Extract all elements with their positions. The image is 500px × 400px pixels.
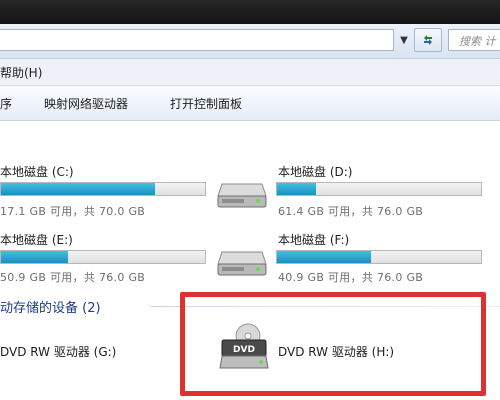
drive-e-usage-fill: [1, 251, 69, 263]
map-network-drive-button[interactable]: 映射网络驱动器: [44, 95, 128, 112]
drive-c-info: 17.1 GB 可用，共 70.0 GB: [0, 205, 146, 218]
address-dropdown-button[interactable]: ▼: [396, 30, 412, 50]
drive-f-usage-bar: [276, 250, 482, 264]
menu-bar: 帮助(H): [0, 59, 500, 86]
drive-f-info: 40.9 GB 可用，共 76.0 GB: [278, 271, 424, 284]
refresh-icon: [424, 35, 432, 45]
drive-d-name[interactable]: 本地磁盘 (D:): [278, 163, 352, 180]
window-top-strip: [0, 0, 500, 24]
refresh-button[interactable]: [414, 28, 442, 52]
drive-f-name[interactable]: 本地磁盘 (F:): [278, 231, 349, 248]
drive-c-usage-fill: [1, 183, 156, 195]
drive-e-name[interactable]: 本地磁盘 (E:): [0, 231, 73, 248]
address-bar[interactable]: [0, 29, 394, 51]
drive-d-usage-fill: [277, 183, 317, 195]
command-toolbar: 序 映射网络驱动器 打开控制面板: [0, 86, 500, 121]
chevron-down-icon: ▼: [400, 34, 408, 46]
drive-d-usage-bar: [276, 182, 482, 196]
address-row: ▼ 搜索 计: [0, 24, 500, 59]
search-input[interactable]: 搜索 计: [448, 29, 500, 51]
drive-d-info: 61.4 GB 可用，共 76.0 GB: [278, 205, 424, 218]
hard-disk-icon: [217, 251, 267, 276]
drive-e-usage-bar: [0, 250, 206, 264]
drive-c-name[interactable]: 本地磁盘 (C:): [0, 163, 74, 180]
toolbar-partial-button[interactable]: 序: [0, 95, 12, 112]
drive-e-info: 50.9 GB 可用，共 76.0 GB: [0, 271, 146, 284]
menu-help[interactable]: 帮助(H): [0, 64, 42, 81]
hard-disk-icon: [217, 183, 267, 208]
drive-c-usage-bar: [0, 182, 206, 196]
dvd-drive-g-name[interactable]: DVD RW 驱动器 (G:): [0, 343, 116, 360]
open-control-panel-button[interactable]: 打开控制面板: [170, 95, 242, 112]
removable-storage-group-header[interactable]: 动存储的设备 (2): [0, 297, 101, 316]
red-highlight-annotation: [180, 292, 486, 396]
drive-f-usage-fill: [277, 251, 372, 263]
